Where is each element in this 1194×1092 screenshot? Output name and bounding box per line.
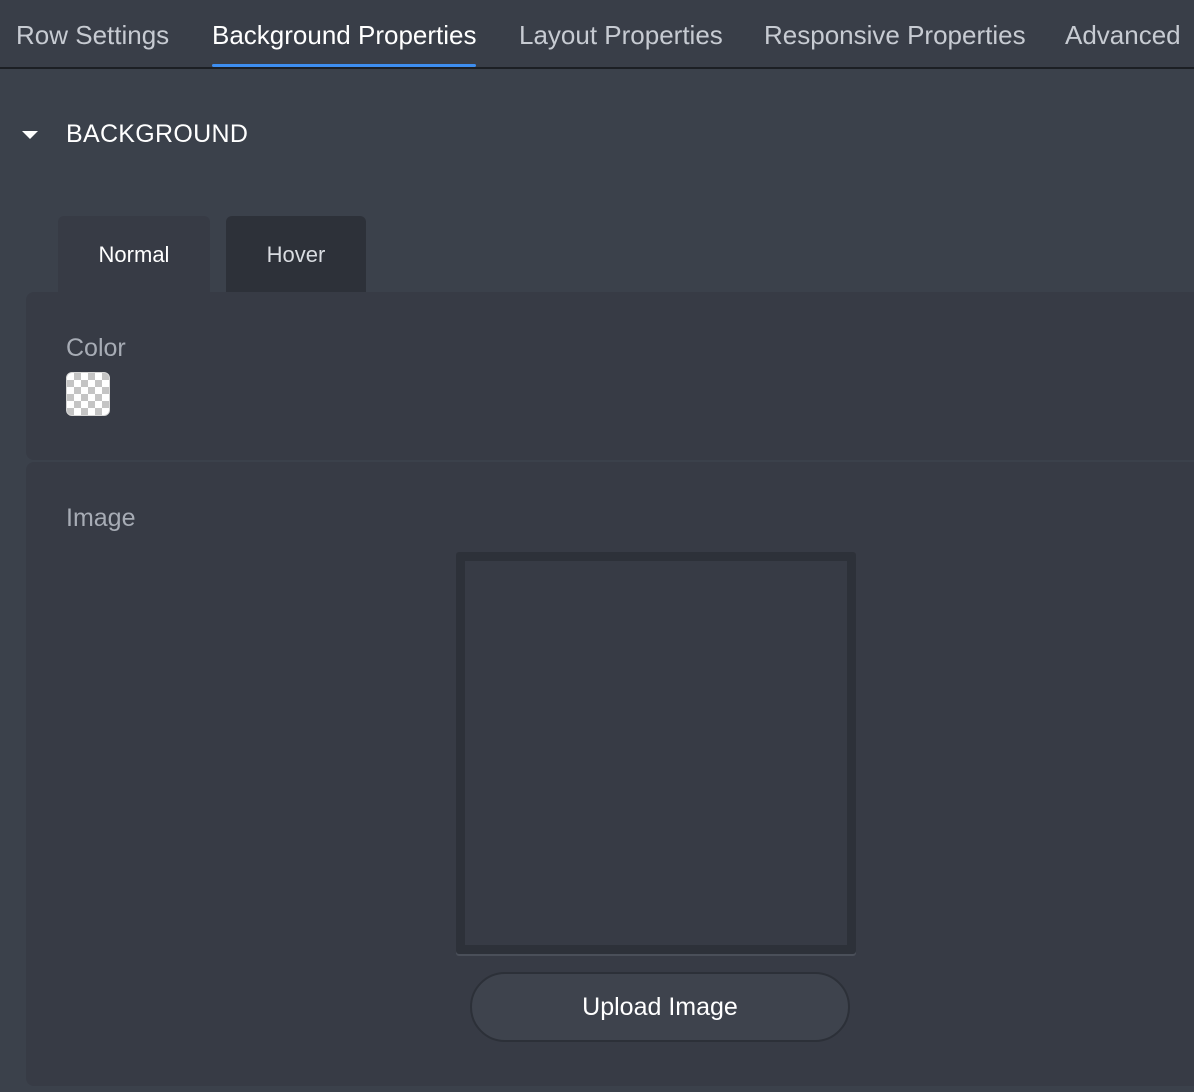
image-panel: Image Upload Image xyxy=(26,462,1194,1086)
tab-background-properties-label: Background Properties xyxy=(212,20,477,50)
tab-row-settings[interactable]: Row Settings xyxy=(16,0,169,68)
state-tab-hover[interactable]: Hover xyxy=(226,216,366,294)
tab-responsive-properties[interactable]: Responsive Properties xyxy=(764,0,1026,68)
tab-background-properties[interactable]: Background Properties xyxy=(212,0,477,68)
top-tab-bar: Row Settings Background Properties Layou… xyxy=(0,0,1194,69)
background-section-toggle[interactable]: BACKGROUND xyxy=(22,112,248,156)
tab-row-settings-label: Row Settings xyxy=(16,20,170,50)
color-swatch[interactable] xyxy=(66,372,110,416)
state-tab-hover-label: Hover xyxy=(266,242,326,267)
caret-down-icon xyxy=(22,131,38,139)
color-label: Color xyxy=(66,334,126,362)
state-tab-normal-label: Normal xyxy=(98,242,170,267)
active-tab-indicator xyxy=(212,64,477,67)
image-preview-placeholder[interactable] xyxy=(456,552,856,954)
image-label: Image xyxy=(66,504,136,532)
tab-layout-properties[interactable]: Layout Properties xyxy=(519,0,723,68)
tab-advanced-label: Advanced xyxy=(1065,20,1181,50)
tab-layout-properties-label: Layout Properties xyxy=(519,20,723,50)
section-title: BACKGROUND xyxy=(66,119,249,148)
tab-responsive-properties-label: Responsive Properties xyxy=(764,20,1026,50)
upload-image-button[interactable]: Upload Image xyxy=(470,972,850,1042)
tab-advanced[interactable]: Advanced xyxy=(1065,0,1181,68)
state-tab-normal[interactable]: Normal xyxy=(58,216,210,294)
color-panel: Color xyxy=(26,292,1194,460)
